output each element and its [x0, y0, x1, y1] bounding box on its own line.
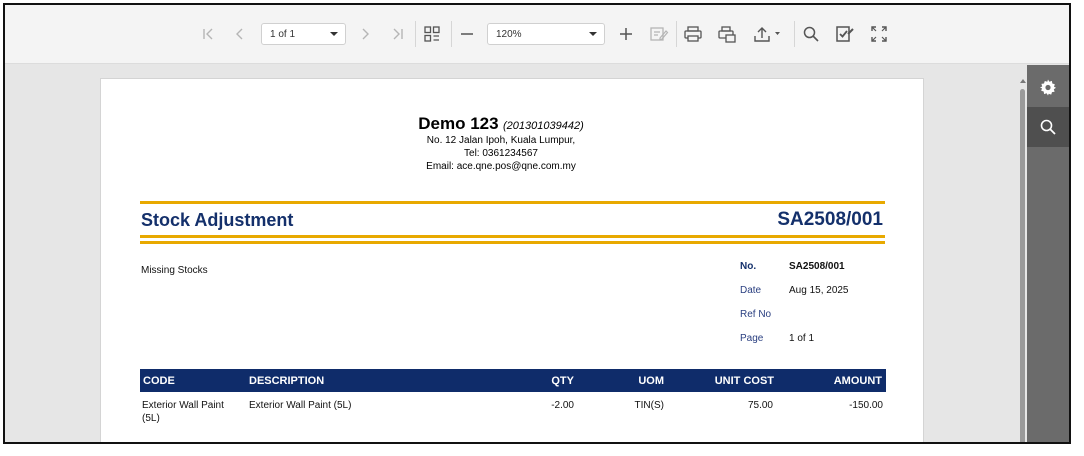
row-code: Exterior Wall Paint (5L): [142, 399, 224, 425]
header-description: DESCRIPTION: [249, 375, 325, 387]
info-date-label: Date: [740, 285, 762, 296]
page-selector-value: 1 of 1: [270, 28, 296, 40]
export-icon[interactable]: [750, 22, 786, 46]
separator: [451, 21, 452, 47]
report-viewer-window: 1 of 1 120% Demo 123 (201301039442) No. …: [3, 3, 1071, 444]
scroll-up-icon[interactable]: [1020, 79, 1026, 83]
print-preview-icon[interactable]: [715, 22, 739, 46]
row-amount: -150.00: [849, 400, 883, 411]
thumbnails-icon[interactable]: [421, 22, 443, 46]
header-amount: AMOUNT: [833, 375, 882, 387]
scrollbar-thumb[interactable]: [1020, 89, 1025, 442]
last-page-icon[interactable]: [388, 22, 408, 46]
vertical-scrollbar[interactable]: [1019, 65, 1027, 442]
row-code-line2: (5L): [142, 413, 160, 424]
row-code-line1: Exterior Wall Paint: [142, 400, 224, 411]
company-tel: Tel: 0361234567: [464, 148, 538, 159]
print-icon[interactable]: [681, 22, 705, 46]
info-no-value: SA2508/001: [789, 261, 845, 272]
row-unit-cost: 75.00: [747, 400, 773, 411]
title-bottom-rule-2: [140, 241, 885, 244]
info-page-value: 1 of 1: [789, 333, 815, 344]
header-code: CODE: [143, 375, 175, 387]
chevron-down-icon: [589, 32, 597, 36]
search-icon[interactable]: [800, 22, 822, 46]
header-uom: UOM: [638, 375, 664, 387]
report-page: Demo 123 (201301039442) No. 12 Jalan Ipo…: [100, 78, 924, 442]
title-bottom-rule: [140, 235, 885, 238]
title-top-rule: [140, 201, 885, 204]
fullscreen-icon[interactable]: [868, 22, 890, 46]
page-selector[interactable]: 1 of 1: [261, 23, 346, 45]
previous-page-icon[interactable]: [230, 22, 250, 46]
row-description: Exterior Wall Paint (5L): [249, 400, 352, 411]
table-row: Exterior Wall Paint (5L) Exterior Wall P…: [140, 392, 886, 432]
info-date-value: Aug 15, 2025: [789, 285, 849, 296]
zoom-in-icon[interactable]: [615, 22, 637, 46]
info-no-label: No.: [740, 261, 757, 272]
side-panel: [1027, 65, 1069, 442]
company-header: Demo 123 (201301039442) No. 12 Jalan Ipo…: [101, 114, 901, 173]
zoom-value: 120%: [496, 28, 522, 40]
header-unit-cost: UNIT COST: [714, 375, 774, 387]
next-page-icon[interactable]: [355, 22, 375, 46]
row-uom: TIN(S): [634, 400, 664, 411]
row-qty: -2.00: [551, 400, 574, 411]
remark-text: Missing Stocks: [141, 265, 208, 276]
separator: [676, 21, 677, 47]
edit-icon[interactable]: [647, 22, 671, 46]
company-email: Email: ace.qne.pos@qne.com.my: [426, 161, 576, 172]
info-ref-label: Ref No: [740, 309, 772, 320]
table-header: CODE DESCRIPTION QTY UOM UNIT COST AMOUN…: [140, 369, 886, 392]
zoom-out-icon[interactable]: [456, 22, 478, 46]
company-name: Demo 123: [418, 114, 499, 133]
document-number: SA2508/001: [777, 209, 883, 230]
document-title: Stock Adjustment: [141, 210, 294, 230]
chevron-down-icon: [330, 32, 338, 36]
parameters-icon[interactable]: [833, 22, 857, 46]
company-registration: (201301039442): [503, 120, 584, 132]
zoom-selector[interactable]: 120%: [487, 23, 605, 45]
settings-gear-icon[interactable]: [1027, 67, 1069, 107]
separator: [415, 21, 416, 47]
toolbar: 1 of 1 120%: [5, 5, 1069, 64]
search-icon[interactable]: [1027, 107, 1069, 147]
info-page-label: Page: [740, 333, 764, 344]
header-qty: QTY: [551, 375, 574, 387]
first-page-icon[interactable]: [198, 22, 218, 46]
company-address: No. 12 Jalan Ipoh, Kuala Lumpur,: [426, 135, 576, 146]
separator: [794, 21, 795, 47]
report-viewport[interactable]: Demo 123 (201301039442) No. 12 Jalan Ipo…: [5, 65, 1019, 442]
